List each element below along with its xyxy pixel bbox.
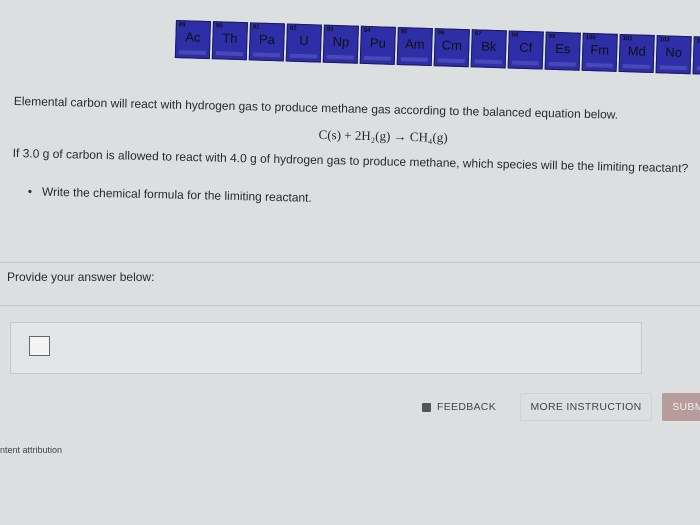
answer-input-box[interactable]: [29, 336, 50, 356]
feedback-label: FEEDBACK: [437, 401, 496, 413]
feedback-button[interactable]: FEEDBACK: [412, 393, 506, 421]
element-tile-th: 90 Th: [211, 21, 248, 61]
element-tile-bk: 97 Bk: [470, 29, 507, 69]
element-symbol: Es: [554, 40, 571, 57]
atomic-number: 90: [215, 23, 223, 30]
element-symbol: Fm: [590, 42, 610, 58]
element-tile-es: 99 Es: [544, 31, 581, 71]
atomic-number: 97: [474, 31, 482, 38]
element-symbol: Bk: [481, 38, 497, 55]
question-bullet: Write the chemical formula for the limit…: [28, 184, 692, 215]
atomic-number: 102: [659, 37, 670, 44]
element-symbol: No: [665, 44, 683, 60]
element-symbol: Md: [627, 43, 647, 59]
atomic-number: 94: [363, 27, 371, 35]
answer-prompt: Provide your answer below:: [7, 270, 155, 284]
chemical-equation: C(s) + 2H₂(g) → CH₄(g): [318, 126, 448, 145]
element-tile-u: 92 U: [285, 23, 322, 63]
atomic-number: 100: [585, 34, 596, 42]
element-details: [437, 58, 465, 64]
submit-button[interactable]: SUBM: [662, 393, 700, 421]
feedback-icon: [422, 402, 431, 412]
element-details: [215, 51, 244, 57]
element-tile-ac: 89 Ac: [174, 20, 211, 60]
atomic-number: 101: [622, 36, 633, 43]
divider: [0, 305, 700, 306]
element-details: [548, 61, 576, 67]
element-details: [363, 55, 391, 61]
atomic-number: 93: [326, 26, 334, 33]
element-symbol: Ac: [185, 29, 201, 45]
element-symbol: Lr: [694, 45, 700, 61]
element-details: [326, 54, 354, 60]
periodic-table-strip: 89 Ac 90 Th 91 Pa 92 U 93 Np 94 Pu 95 Am 96 Cm 97 Bk 98 Cf 9…: [174, 20, 700, 76]
element-details: [474, 59, 502, 65]
atomic-number: 95: [400, 29, 408, 36]
element-details: [178, 50, 207, 55]
question-body: If 3.0 g of carbon is allowed to react w…: [12, 146, 689, 176]
atomic-number: 91: [252, 24, 260, 31]
atomic-number: 99: [548, 33, 556, 40]
element-tile-no: 102 No: [655, 35, 692, 75]
more-instruction-button[interactable]: MORE INSTRUCTION: [520, 393, 652, 421]
element-symbol: Np: [332, 33, 350, 50]
element-details: [252, 52, 281, 58]
element-symbol: Th: [222, 30, 238, 46]
element-tile-lr: 103Lr: [692, 36, 700, 76]
atomic-number: 92: [289, 25, 297, 32]
element-tile-pu: 94 Pu: [359, 25, 396, 65]
content-attribution-link[interactable]: ntent attribution: [0, 445, 62, 455]
atomic-number: 96: [437, 30, 445, 37]
element-details: [659, 65, 687, 71]
element-tile-cm: 96 Cm: [433, 28, 470, 68]
element-tile-pa: 91 Pa: [248, 22, 285, 62]
element-tile-cf: 98 Cf: [507, 30, 544, 70]
element-details: [585, 62, 613, 68]
element-details: [622, 64, 650, 69]
element-symbol: U: [298, 32, 309, 49]
element-tile-fm: 100 Fm: [581, 32, 618, 72]
atomic-number: 98: [511, 32, 519, 39]
question: Elemental carbon will react with hydroge…: [12, 94, 694, 215]
element-tile-np: 93 Np: [322, 24, 359, 64]
divider: [0, 262, 700, 263]
element-details: [511, 60, 539, 66]
element-details: [400, 57, 428, 62]
element-symbol: Cf: [519, 39, 533, 56]
element-symbol: Am: [404, 36, 425, 52]
answer-area[interactable]: [10, 322, 642, 374]
element-tile-am: 95 Am: [396, 26, 433, 67]
element-symbol: Pa: [258, 31, 276, 48]
element-details: [289, 53, 317, 59]
element-symbol: Pu: [369, 35, 387, 51]
atomic-number: 103: [696, 38, 700, 45]
element-symbol: Cm: [441, 37, 463, 53]
question-intro: Elemental carbon will react with hydroge…: [13, 94, 619, 122]
atomic-number: 89: [178, 22, 186, 29]
element-tile-md: 101 Md: [618, 33, 655, 74]
